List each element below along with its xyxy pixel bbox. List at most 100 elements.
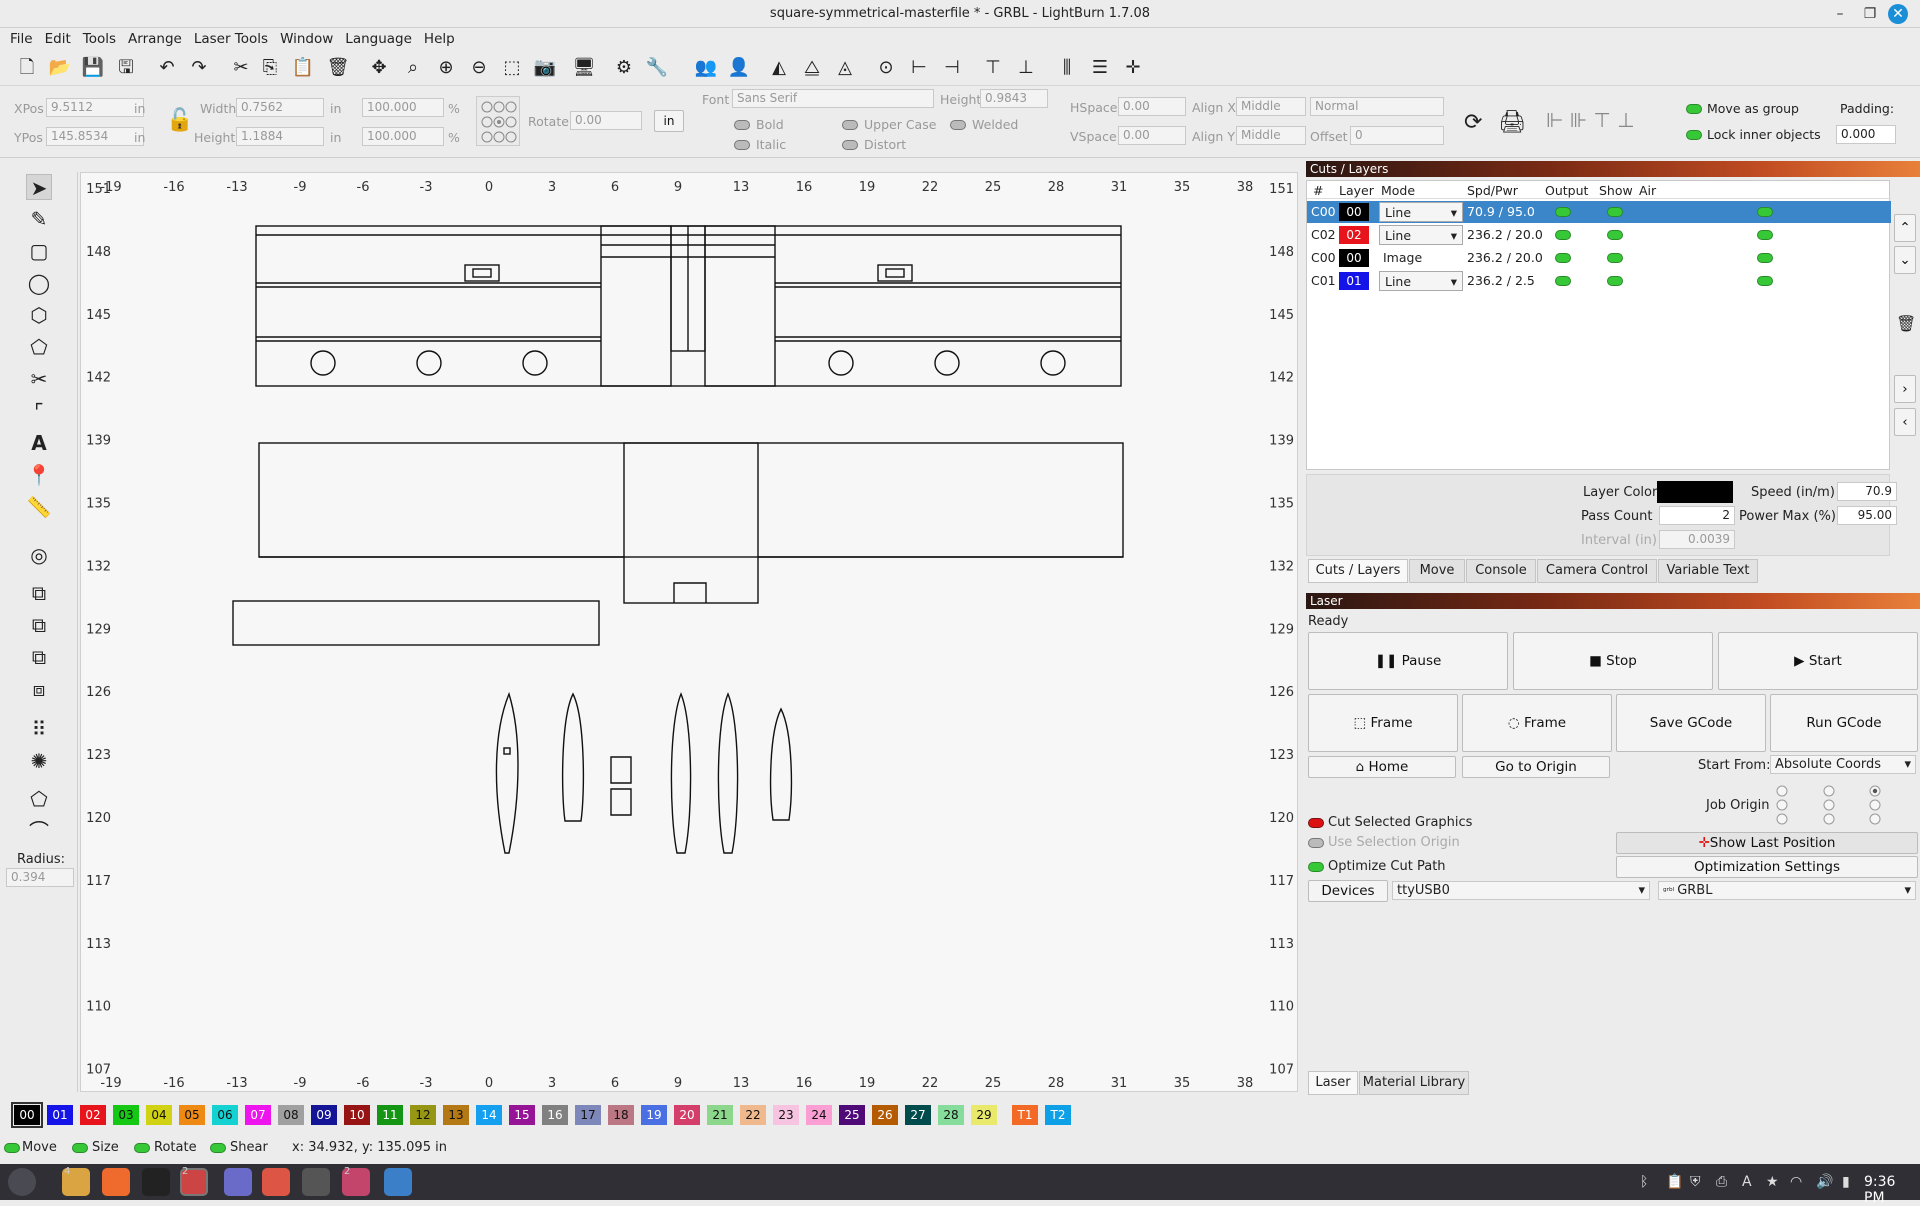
device-select[interactable]: ᵍʳᵇˡ GRBL ▾ [1658, 881, 1916, 900]
port-select[interactable]: ttyUSB0 ▾ [1392, 881, 1650, 900]
camera-icon[interactable]: 📷 [532, 55, 558, 81]
grid-array-icon[interactable]: ⠿ [26, 716, 52, 742]
offset-shapes-icon[interactable]: ◎ [26, 542, 52, 568]
tab-laser[interactable]: Laser [1308, 1071, 1358, 1095]
move-layer-up-icon[interactable]: ⌃ [1894, 214, 1916, 242]
italic-toggle[interactable] [734, 140, 750, 150]
weld-icon[interactable]: ⧈ [26, 676, 52, 702]
palette-color-26[interactable]: 26 [872, 1105, 898, 1125]
palette-color-14[interactable]: 14 [476, 1105, 502, 1125]
speed-input[interactable]: 70.9 [1837, 482, 1897, 501]
save-gcode-button[interactable]: Save GCode [1616, 694, 1766, 752]
clipboard-icon[interactable]: 📋 [1666, 1174, 1683, 1190]
new-file-icon[interactable]: 🗋 [14, 55, 40, 81]
frame-circle-button[interactable]: ◌ Frame [1462, 694, 1612, 752]
power-max-input[interactable]: 95.00 [1837, 506, 1897, 525]
lock-icon[interactable]: 🔓 [166, 108, 193, 133]
output-toggle[interactable] [1555, 207, 1571, 217]
start-from-select[interactable]: Absolute Coords ▾ [1770, 755, 1916, 774]
zoom-in-icon[interactable]: ⊕ [433, 55, 459, 81]
go-to-origin-button[interactable]: Go to Origin [1462, 756, 1610, 778]
height-input[interactable]: 1.1884 [236, 127, 324, 146]
move-as-group-toggle[interactable] [1686, 104, 1702, 114]
layer-swatch[interactable]: 01 [1339, 272, 1369, 290]
palette-color-T2[interactable]: T2 [1045, 1105, 1071, 1125]
palette-color-04[interactable]: 04 [146, 1105, 172, 1125]
palette-color-08[interactable]: 08 [278, 1105, 304, 1125]
move-snap-toggle[interactable] [4, 1143, 20, 1153]
minimize-icon[interactable]: – [1830, 4, 1850, 24]
layer-swatch[interactable]: 00 [1339, 249, 1369, 267]
copy-icon[interactable]: ⎘ [257, 55, 283, 81]
palette-color-17[interactable]: 17 [575, 1105, 601, 1125]
align-right-icon[interactable]: ⊣ [939, 55, 965, 81]
crop-tool-icon[interactable]: ⌜ [26, 398, 52, 424]
delete-icon[interactable]: 🗑 [325, 55, 351, 81]
palette-color-23[interactable]: 23 [773, 1105, 799, 1125]
anchor-grid-icon[interactable] [476, 96, 520, 146]
undo-icon[interactable]: ↶ [154, 55, 180, 81]
group-icon[interactable]: 👥 [693, 55, 719, 81]
layer-color-swatch[interactable] [1657, 481, 1733, 503]
mode-select[interactable]: Line ▾ [1379, 271, 1463, 291]
pause-button[interactable]: ❚❚ Pause [1308, 632, 1508, 690]
shear-snap-toggle[interactable] [210, 1143, 226, 1153]
keyboard-layout-icon[interactable]: A [1742, 1174, 1752, 1190]
zoom-selection-icon[interactable]: ⬚ [499, 55, 525, 81]
battery-icon[interactable]: ▮ [1842, 1174, 1850, 1190]
start-button[interactable]: ▶ Start [1718, 632, 1918, 690]
flip-horizontal-icon[interactable]: ◭ [766, 55, 792, 81]
optimization-settings-button[interactable]: Optimization Settings [1616, 856, 1918, 878]
air-toggle[interactable] [1757, 253, 1773, 263]
palette-color-01[interactable]: 01 [47, 1105, 73, 1125]
mint-menu-icon[interactable] [8, 1168, 36, 1196]
palette-color-09[interactable]: 09 [311, 1105, 337, 1125]
design-canvas[interactable]: -19 -16 -13 -9 -6 -3 0 3 6 9 13 16 19 22 25 28 31 35 38 -1… [80, 172, 1298, 1092]
distribute-horizontal-icon[interactable]: ⫼ [1054, 55, 1080, 81]
text-editor-icon[interactable] [224, 1168, 252, 1196]
ungroup-icon[interactable]: 👤 [726, 55, 752, 81]
terminal-icon[interactable] [142, 1168, 170, 1196]
palette-color-19[interactable]: 19 [641, 1105, 667, 1125]
mode-select[interactable]: Line ▾ [1379, 225, 1463, 245]
monitor-icon[interactable]: 🖥 [571, 55, 597, 81]
align-x-select[interactable]: Middle [1236, 97, 1306, 116]
mode-select[interactable]: Line ▾ [1379, 202, 1463, 222]
printer-icon[interactable]: ⎙ [1716, 1174, 1727, 1190]
firefox-icon[interactable] [102, 1168, 130, 1196]
optimize-cut-path-toggle[interactable] [1308, 862, 1324, 872]
favorites-star-icon[interactable]: ★ [1766, 1174, 1779, 1190]
palette-color-10[interactable]: 10 [344, 1105, 370, 1125]
palette-color-16[interactable]: 16 [542, 1105, 568, 1125]
wifi-icon[interactable]: ◠ [1790, 1174, 1802, 1190]
use-selection-origin-toggle[interactable] [1308, 838, 1324, 848]
scale-width-input[interactable]: 100.000 [362, 98, 444, 117]
show-last-position-button[interactable]: ✛Show Last Position [1616, 832, 1918, 854]
update-shield-icon[interactable]: ⛨ [1690, 1174, 1701, 1190]
air-toggle[interactable] [1757, 230, 1773, 240]
measure-tool-icon[interactable]: 📏 [26, 494, 52, 520]
tab-cuts-layers[interactable]: Cuts / Layers [1308, 559, 1408, 583]
text-tool-icon[interactable]: A [26, 430, 52, 456]
font-height-input[interactable]: 0.9843 [980, 89, 1048, 108]
run-gcode-button[interactable]: Run GCode [1770, 694, 1918, 752]
palette-color-11[interactable]: 11 [377, 1105, 403, 1125]
interval-input[interactable]: 0.0039 [1659, 530, 1735, 549]
stop-button[interactable]: ■ Stop [1513, 632, 1713, 690]
gimp-icon[interactable] [262, 1168, 290, 1196]
cut-icon[interactable]: ✂ [228, 55, 254, 81]
calculator-icon[interactable] [302, 1168, 330, 1196]
vspace-input[interactable]: 0.00 [1118, 126, 1186, 145]
bluetooth-icon[interactable]: ᛒ [1640, 1174, 1648, 1190]
lock-inner-toggle[interactable] [1686, 130, 1702, 140]
palette-color-T1[interactable]: T1 [1012, 1105, 1038, 1125]
tab-camera-control[interactable]: Camera Control [1537, 559, 1657, 583]
output-toggle[interactable] [1555, 276, 1571, 286]
palette-color-25[interactable]: 25 [839, 1105, 865, 1125]
boolean-subtract-icon[interactable]: ⧉ [26, 612, 52, 638]
scissors-tool-icon[interactable]: ✂ [26, 366, 52, 392]
palette-color-13[interactable]: 13 [443, 1105, 469, 1125]
tab-material-library[interactable]: Material Library [1359, 1071, 1469, 1095]
distribute-vertical-icon[interactable]: ☰ [1087, 55, 1113, 81]
layer-row[interactable]: C00 00 Image 236.2 / 20.0 [1307, 247, 1891, 269]
